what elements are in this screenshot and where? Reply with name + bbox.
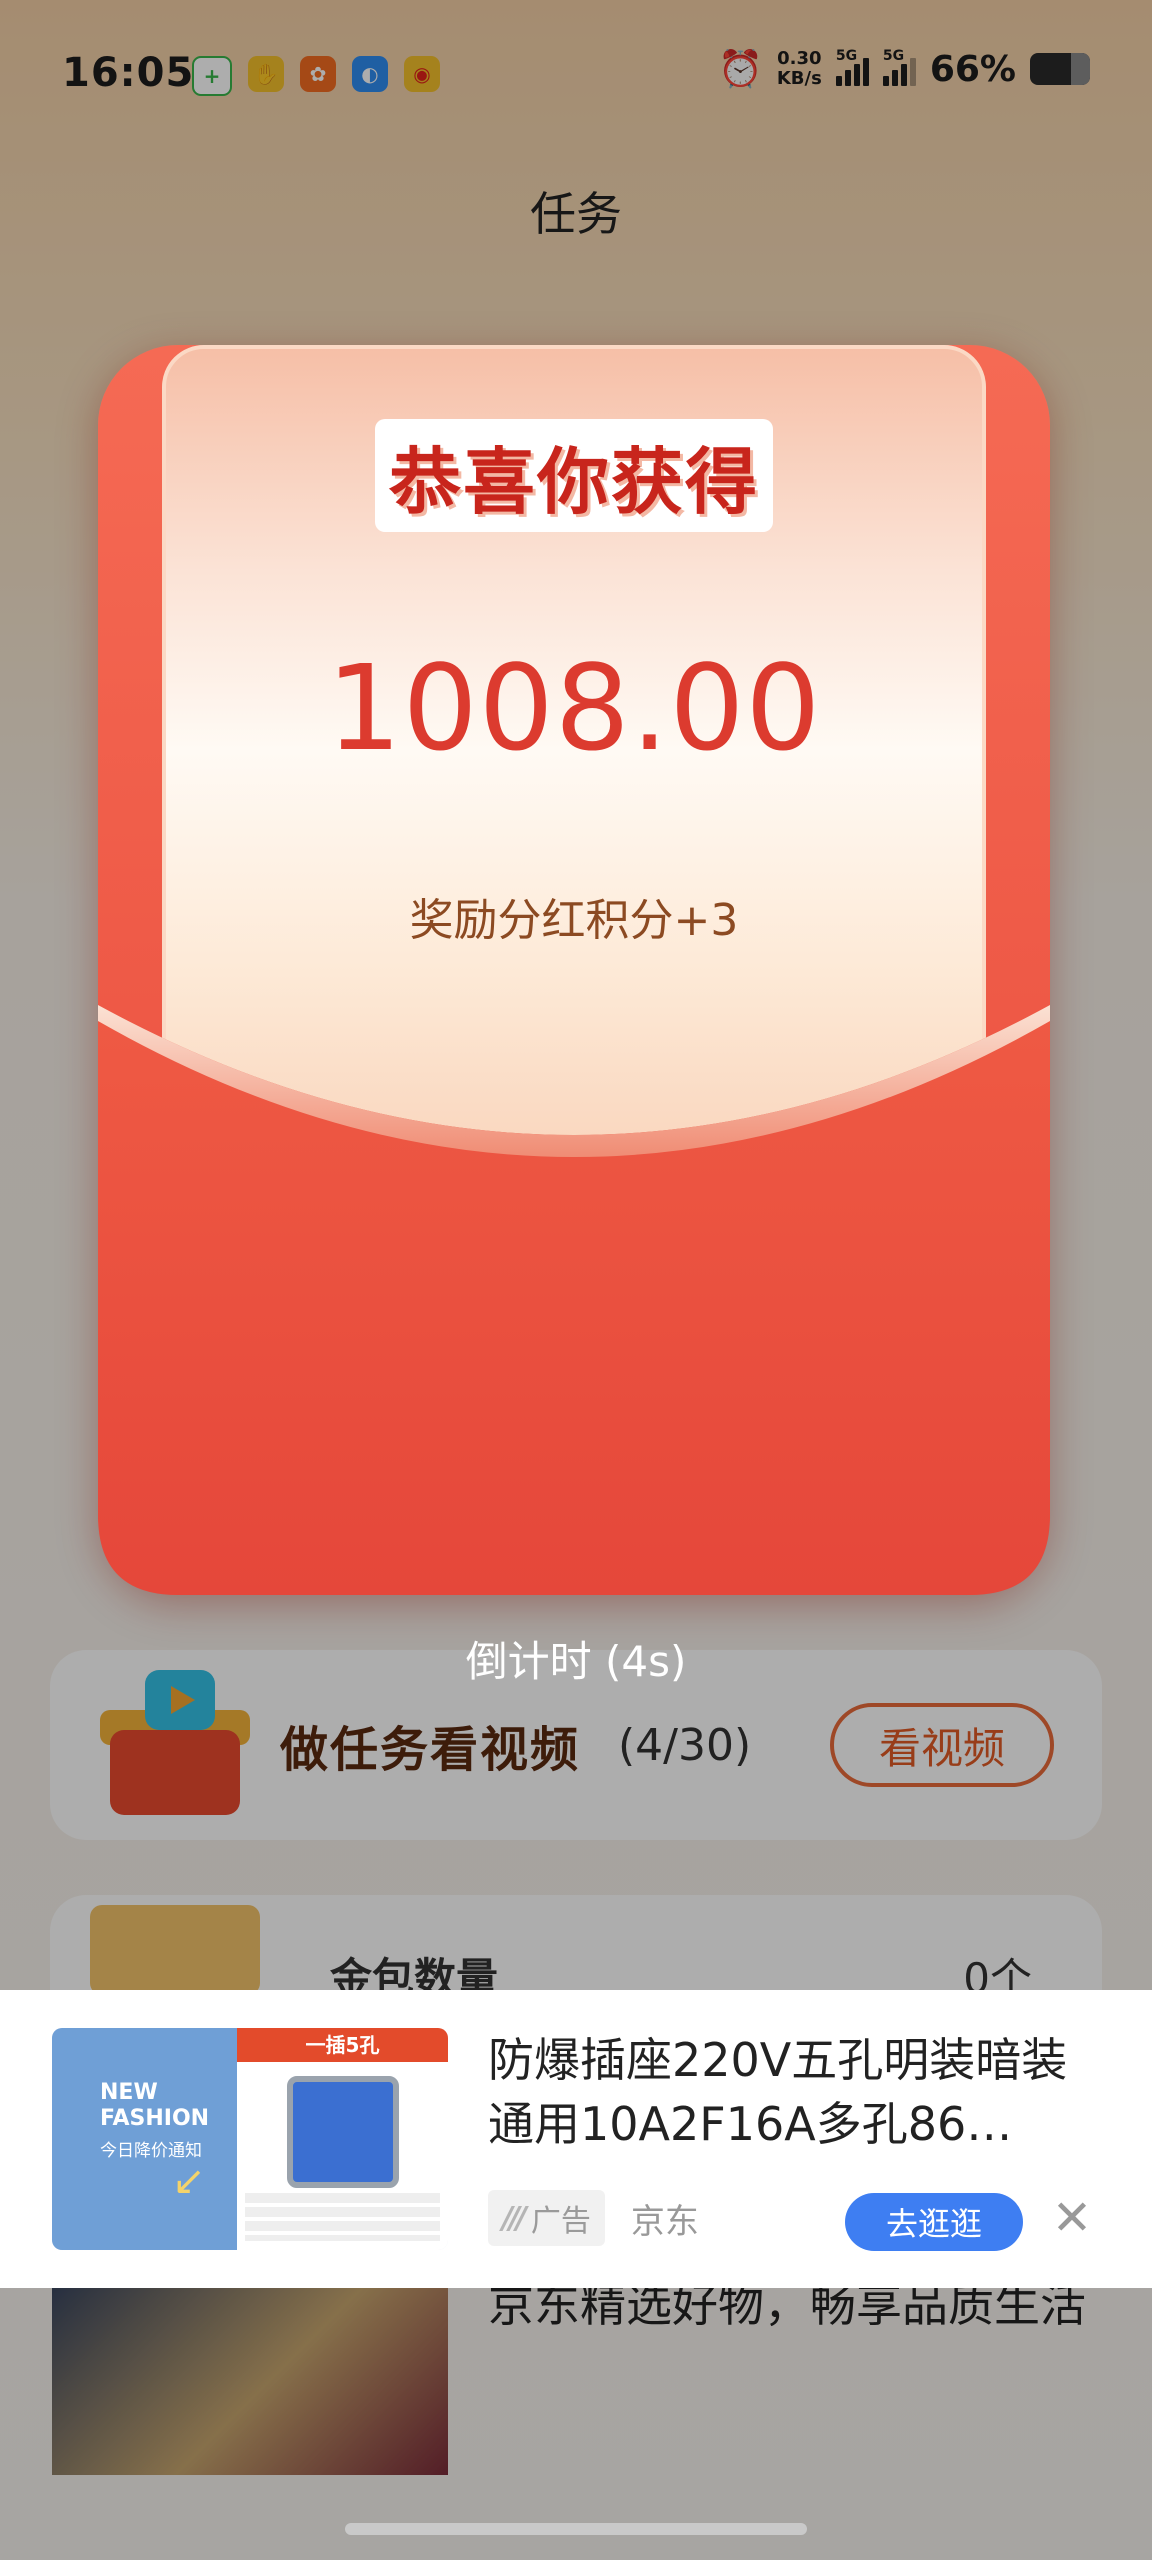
ad-tag-label: 广告 [530,2204,591,2239]
congrats-text: 恭喜你获得 [374,419,773,532]
ad-image-left: NEW FASHION 今日降价通知 ↙ [52,2028,237,2250]
ad-image[interactable]: NEW FASHION 今日降价通知 ↙ 一插5孔 [52,2028,448,2250]
arrow-icon: ↙ [172,2158,206,2204]
ad-logo-icon: /// [502,2200,527,2236]
reward-card: 恭喜你获得 1008.00 奖励分红积分+3 [162,345,986,1245]
ad-image-header: 一插5孔 [237,2028,448,2062]
ad-title[interactable]: 防爆插座220V五孔明装暗装通用10A2F16A多孔86… [488,2028,1098,2156]
reward-points-text: 奖励分红积分+3 [409,895,739,946]
go-shopping-button[interactable]: 去逛逛 [845,2193,1023,2251]
countdown-text: 倒计时 (4s) [465,1637,687,1686]
ad-image-fashion-text: NEW FASHION [100,2080,210,2131]
socket-product-icon [287,2076,399,2188]
reward-amount: 1008.00 [326,639,822,777]
red-packet-modal: 恭喜你获得 1008.00 奖励分红积分+3 [98,345,1050,1595]
close-icon[interactable]: ✕ [1050,2194,1094,2242]
ad-image-right: 一插5孔 [237,2028,448,2250]
spec-table-graphic [245,2193,440,2241]
ad-source: 京东 [630,2201,699,2242]
ad-meta: /// 广告 京东 [488,2190,699,2246]
home-indicator[interactable] [345,2523,807,2535]
ad-tag: /// 广告 [488,2190,605,2246]
congrats-banner: 恭喜你获得 [166,419,982,532]
